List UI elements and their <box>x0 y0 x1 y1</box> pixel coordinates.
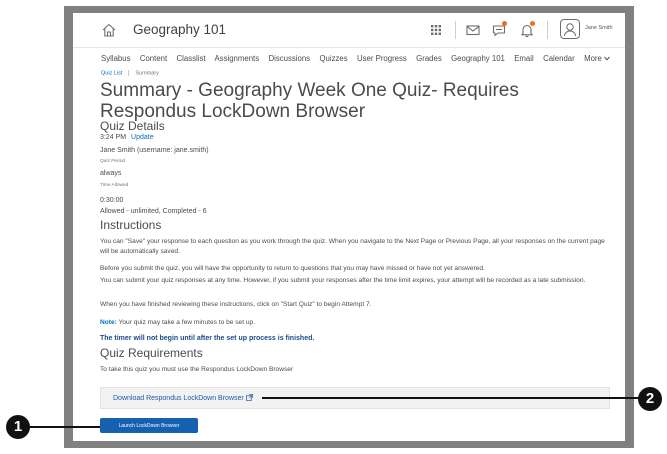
nav-item-calendar[interactable]: Calendar <box>543 54 575 63</box>
toolbar-separator <box>455 21 456 39</box>
chevron-down-icon <box>603 56 610 61</box>
requirements-text: To take this quiz you must use the Respo… <box>100 366 294 373</box>
nav-item-syllabus[interactable]: Syllabus <box>101 54 130 63</box>
nav-item-content[interactable]: Content <box>140 54 167 63</box>
quiz-period-label: Quiz Period <box>100 159 126 164</box>
update-link[interactable]: Update <box>131 134 154 141</box>
nav-more-menu[interactable]: More <box>584 54 610 63</box>
external-link-icon <box>245 394 253 401</box>
breadcrumb-quiz-list[interactable]: Quiz List <box>101 70 122 76</box>
callout-2-line <box>262 397 652 399</box>
breadcrumb-current: Summary <box>135 70 159 77</box>
note-label: Note: <box>100 319 117 326</box>
user-name[interactable]: Jane Smith <box>585 25 613 31</box>
quiz-details-time: 3:24 PM <box>100 134 127 141</box>
nav-item-grades[interactable]: Grades <box>416 54 442 63</box>
top-bar: Geography 101 Jane Smith <box>73 13 625 48</box>
nav-more-label: More <box>584 54 602 63</box>
instructions-paragraph-4: When you have finished reviewing these i… <box>100 301 372 308</box>
nav-item-classlist[interactable]: Classlist <box>177 54 206 63</box>
home-icon[interactable] <box>101 22 117 38</box>
page-title: Summary - Geography Week One Quiz- Requi… <box>100 80 519 122</box>
download-lockdown-link[interactable]: Download Respondus LockDown Browser <box>113 394 253 402</box>
user-avatar[interactable] <box>560 19 580 39</box>
callout-badge-2: 2 <box>638 387 662 411</box>
instructions-paragraph-2: Before you submit the quiz, you will hav… <box>100 265 485 272</box>
note-text: Your quiz may take a few minutes to be s… <box>116 319 256 326</box>
waffle-grid-icon[interactable] <box>428 22 444 38</box>
download-lockdown-label: Download Respondus LockDown Browser <box>113 395 244 402</box>
time-allowed-value: 0:30:00 <box>100 197 124 204</box>
nav-item-quizzes[interactable]: Quizzes <box>319 54 347 63</box>
breadcrumb: Quiz List Summary <box>101 70 159 76</box>
course-navbar: Syllabus Content Classlist Assignments D… <box>101 54 610 63</box>
quiz-details-heading: Quiz Details <box>100 119 165 133</box>
browser-window: Geography 101 Jane Smith Syllabus Conten… <box>73 13 625 441</box>
toolbar-separator <box>547 21 548 39</box>
callout-badge-1: 1 <box>6 415 30 439</box>
instructions-heading: Instructions <box>100 218 162 232</box>
callout-1-line <box>20 426 100 428</box>
breadcrumb-separator <box>128 70 130 76</box>
nav-item-email[interactable]: Email <box>514 54 534 63</box>
instructions-paragraph-1: You can "Save" your response to each que… <box>100 238 605 255</box>
quiz-details-time-row: 3:24 PM Update <box>100 134 154 141</box>
nav-item-user-progress[interactable]: User Progress <box>357 54 407 63</box>
quiz-user: Jane Smith (username: jane.smith) <box>100 147 209 154</box>
attempts-info: Allowed - unlimited, Completed - 6 <box>100 208 207 215</box>
time-allowed-label: Time Allowed <box>100 183 129 188</box>
course-title[interactable]: Geography 101 <box>133 22 226 37</box>
launch-lockdown-browser-button[interactable]: Launch LockDown Browser <box>100 418 198 433</box>
user-icon <box>564 23 576 37</box>
quiz-period-value: always <box>100 170 122 177</box>
email-icon[interactable] <box>465 22 481 38</box>
nav-item-geography-101[interactable]: Geography 101 <box>451 54 505 63</box>
bell-notification-dot <box>530 21 535 26</box>
chat-notification-dot <box>502 21 507 26</box>
nav-item-assignments[interactable]: Assignments <box>214 54 259 63</box>
timer-notice: The timer will not begin until after the… <box>100 335 315 342</box>
quiz-requirements-heading: Quiz Requirements <box>100 346 203 360</box>
setup-note: Note: Your quiz may take a few minutes t… <box>100 318 610 328</box>
instructions-paragraph-3: You can submit your quiz responses at an… <box>100 277 586 284</box>
nav-item-discussions[interactable]: Discussions <box>268 54 310 63</box>
